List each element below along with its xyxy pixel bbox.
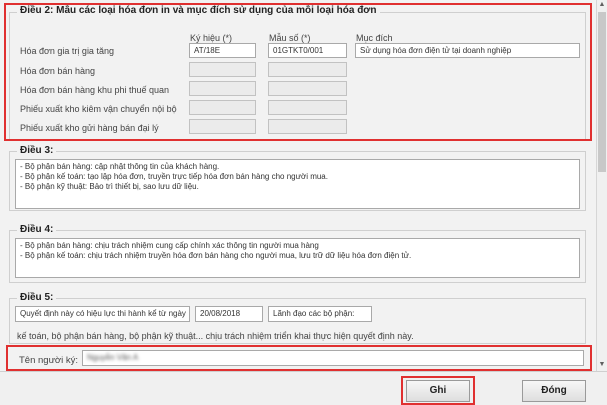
article4-line: - Bộ phận kế toán: chịu trách nhiệm truy… bbox=[20, 251, 412, 260]
article3-line: - Bộ phận bán hàng: cập nhật thông tin c… bbox=[20, 162, 220, 171]
article3-textarea[interactable]: - Bộ phận bán hàng: cập nhật thông tin c… bbox=[15, 159, 580, 209]
effective-label-field: Quyết định này có hiệu lực thi hành kể t… bbox=[15, 306, 190, 322]
vertical-scrollbar[interactable]: ▲ ▼ bbox=[596, 0, 607, 371]
close-button[interactable]: Đóng bbox=[522, 380, 586, 402]
leaders-label-field: Lãnh đạo các bộ phận: bbox=[268, 306, 372, 322]
article4-textarea[interactable]: - Bộ phận bán hàng: chịu trách nhiệm cun… bbox=[15, 238, 580, 278]
save-button-highlight bbox=[401, 376, 475, 405]
article3-line: - Bộ phận kế toán: tạo lập hóa đơn, truy… bbox=[20, 172, 328, 181]
article2-highlight bbox=[4, 3, 592, 141]
button-bar bbox=[0, 371, 607, 405]
scroll-down-arrow-icon[interactable]: ▼ bbox=[597, 360, 607, 370]
scroll-up-arrow-icon[interactable]: ▲ bbox=[597, 0, 607, 10]
article5-title: Điều 5: bbox=[17, 292, 57, 303]
effective-date-input[interactable]: 20/08/2018 bbox=[195, 306, 263, 322]
article3-line: - Bộ phận kỹ thuật: Bảo trì thiết bị, sa… bbox=[20, 182, 199, 191]
article4-line: - Bộ phận bán hàng: chịu trách nhiệm cun… bbox=[20, 241, 319, 250]
scrollbar-thumb[interactable] bbox=[598, 12, 606, 172]
article4-title: Điều 4: bbox=[17, 224, 57, 235]
signer-highlight bbox=[6, 345, 592, 371]
responsibility-text: kế toán, bộ phận bán hàng, bộ phận kỹ th… bbox=[17, 331, 414, 341]
article3-title: Điều 3: bbox=[17, 145, 57, 156]
